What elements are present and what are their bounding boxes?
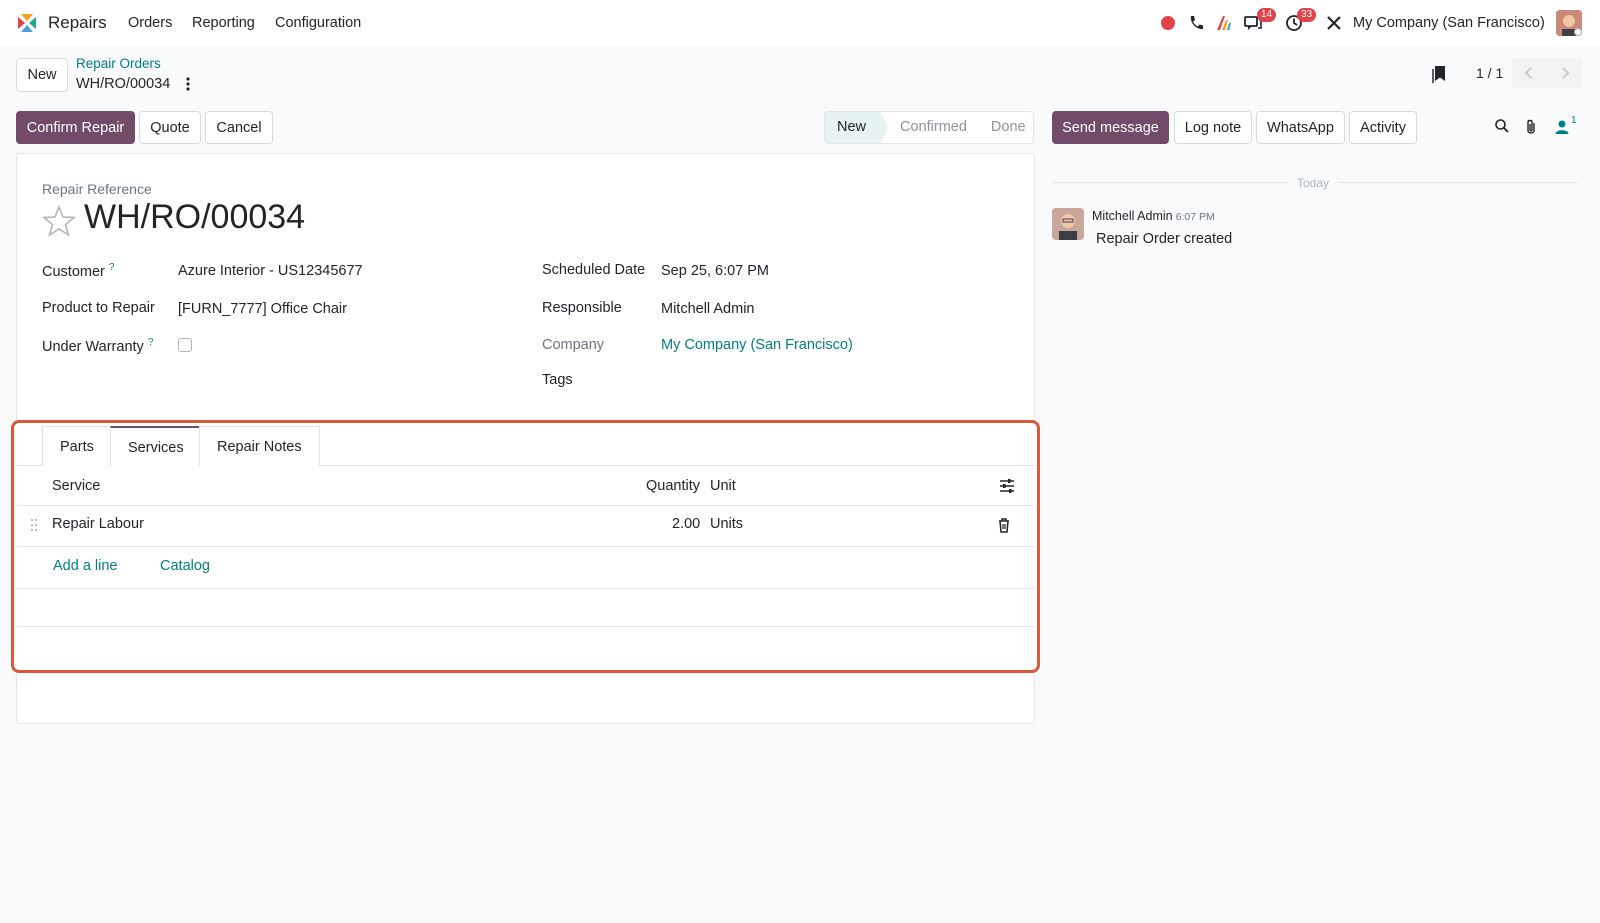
product-field[interactable]: [FURN_7777] Office Chair [178, 301, 347, 317]
product-label: Product to Repair [42, 300, 155, 316]
scheduled-date-label: Scheduled Date [542, 262, 646, 278]
message-time: 6:07 PM [1175, 211, 1215, 223]
ai-icon[interactable] [1214, 13, 1234, 33]
tab-parts[interactable]: Parts [42, 426, 112, 466]
tab-services[interactable]: Services [110, 426, 202, 466]
log-note-button[interactable]: Log note [1174, 111, 1252, 144]
confirm-repair-button[interactable]: Confirm Repair [16, 111, 135, 144]
tab-repair-notes[interactable]: Repair Notes [199, 426, 320, 466]
delete-row-icon[interactable] [997, 517, 1011, 533]
user-avatar[interactable] [1556, 10, 1582, 36]
pager-next-icon[interactable] [1559, 66, 1571, 80]
message-author[interactable]: Mitchell Admin [1092, 209, 1173, 223]
more-actions-icon[interactable] [183, 76, 193, 92]
app-logo-icon[interactable] [16, 12, 38, 34]
whatsapp-button[interactable]: WhatsApp [1256, 111, 1345, 144]
app-name[interactable]: Repairs [48, 13, 107, 33]
column-unit[interactable]: Unit [710, 478, 736, 494]
tags-label: Tags [542, 372, 573, 388]
record-icon[interactable] [1158, 13, 1178, 33]
quantity-cell[interactable]: 2.00 [672, 516, 700, 532]
date-separator-right [1338, 182, 1578, 183]
pager-buttons [1512, 58, 1582, 88]
optional-columns-icon[interactable] [998, 478, 1016, 494]
add-line-link[interactable]: Add a line [53, 558, 118, 574]
stage-done[interactable]: Done [979, 112, 1038, 143]
table-header-divider [17, 505, 1035, 506]
bookmark-icon[interactable] [1430, 64, 1448, 84]
menu-reporting[interactable]: Reporting [192, 15, 255, 31]
date-separator-left [1052, 182, 1288, 183]
star-icon[interactable] [42, 204, 76, 238]
column-service[interactable]: Service [52, 478, 100, 494]
scheduled-date-field[interactable]: Sep 25, 6:07 PM [661, 263, 769, 279]
reference-label: Repair Reference [42, 181, 152, 197]
menu-orders[interactable]: Orders [128, 15, 172, 31]
status-bar: New Confirmed Done [824, 111, 1034, 144]
message-header: Mitchell Admin 6:07 PM [1092, 209, 1215, 223]
followers-count: 1 [1571, 115, 1577, 126]
service-cell[interactable]: Repair Labour [52, 516, 144, 532]
cancel-button[interactable]: Cancel [205, 111, 273, 144]
company-field[interactable]: My Company (San Francisco) [661, 337, 853, 353]
customer-help-icon[interactable]: ? [109, 262, 115, 273]
phone-icon[interactable] [1186, 13, 1206, 33]
paperclip-icon[interactable] [1524, 118, 1538, 136]
record-title[interactable]: WH/RO/00034 [84, 198, 305, 237]
pager-previous-icon[interactable] [1523, 66, 1535, 80]
customer-field[interactable]: Azure Interior - US12345677 [178, 263, 363, 279]
catalog-link[interactable]: Catalog [160, 558, 210, 574]
user-avatar-icon [1556, 10, 1582, 36]
search-icon[interactable] [1494, 118, 1510, 134]
company-switcher[interactable]: My Company (San Francisco) [1353, 15, 1545, 31]
customer-label: Customer? [42, 262, 114, 280]
drag-handle-icon[interactable] [30, 518, 38, 532]
followers-icon[interactable] [1554, 119, 1570, 135]
send-message-button[interactable]: Send message [1052, 111, 1169, 144]
menu-configuration[interactable]: Configuration [275, 15, 361, 31]
responsible-field[interactable]: Mitchell Admin [661, 301, 754, 317]
responsible-label: Responsible [542, 300, 622, 316]
message-body: Repair Order created [1096, 231, 1233, 247]
under-warranty-checkbox[interactable] [178, 338, 192, 352]
company-label: Company [542, 337, 605, 353]
warranty-label-text: Under Warranty [42, 338, 144, 355]
breadcrumb-repair-orders[interactable]: Repair Orders [76, 56, 161, 71]
customer-label-text: Customer [42, 263, 105, 280]
column-quantity[interactable]: Quantity [646, 478, 700, 494]
stage-confirmed[interactable]: Confirmed [888, 112, 979, 143]
activity-button[interactable]: Activity [1349, 111, 1417, 144]
row-divider [17, 546, 1035, 547]
author-avatar-icon [1052, 208, 1084, 240]
table-divider-2 [17, 626, 1035, 627]
top-navbar: Repairs Orders Reporting Configuration 1… [0, 0, 1600, 46]
breadcrumb-current: WH/RO/00034 [76, 76, 171, 92]
quote-button[interactable]: Quote [139, 111, 201, 144]
new-record-button[interactable]: New [16, 58, 68, 92]
activities-badge: 33 [1297, 8, 1317, 22]
warranty-help-icon[interactable]: ? [148, 337, 154, 348]
message-avatar[interactable] [1052, 208, 1084, 240]
date-separator: Today [1297, 176, 1330, 190]
pager-value[interactable]: 1 / 1 [1476, 65, 1503, 81]
unit-cell[interactable]: Units [710, 516, 743, 532]
table-divider-1 [17, 588, 1035, 589]
stage-new[interactable]: New [825, 112, 889, 143]
messages-badge: 14 [1257, 8, 1277, 22]
tools-icon[interactable] [1324, 13, 1344, 33]
warranty-label: Under Warranty? [42, 337, 153, 355]
